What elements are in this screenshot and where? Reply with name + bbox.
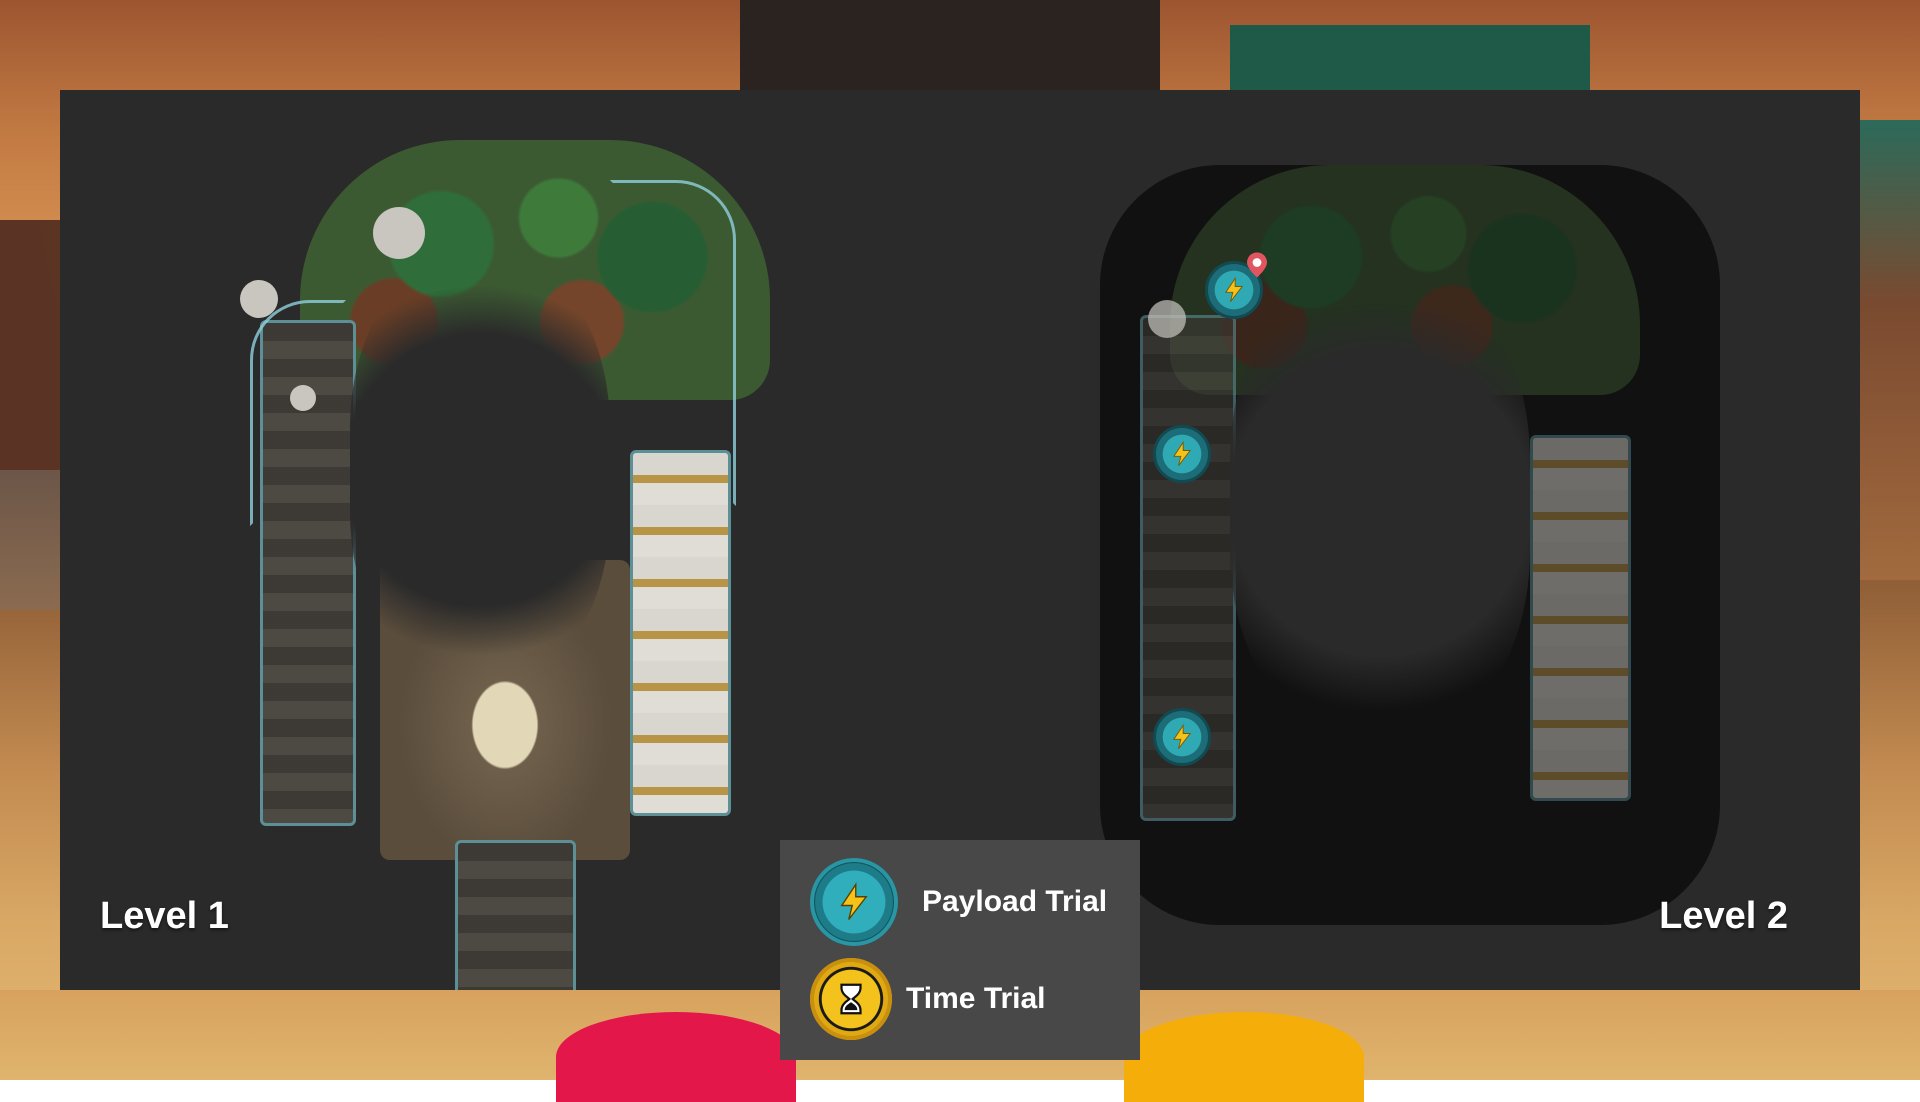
legend-item-payload-trial: Payload Trial	[810, 858, 1107, 946]
player-location-pin-icon	[1242, 250, 1272, 280]
level-2-map[interactable]	[1100, 125, 1720, 975]
level-1-map[interactable]	[230, 140, 830, 980]
payload-trial-marker[interactable]	[1153, 708, 1211, 766]
legend-item-time-trial: Time Trial	[810, 958, 1046, 1040]
lightning-icon	[1168, 440, 1196, 468]
rail-track	[610, 180, 736, 506]
lightning-icon	[1168, 723, 1196, 751]
stone-wall-left	[0, 470, 60, 610]
lightning-icon	[1220, 276, 1248, 304]
east-corridor	[1530, 435, 1631, 801]
payload-trial-marker[interactable]	[1153, 425, 1211, 483]
rail-track	[250, 300, 346, 526]
temple-silhouette	[740, 0, 1160, 95]
fog-of-war	[1230, 275, 1530, 735]
yellow-team-marker	[1124, 1012, 1364, 1102]
fog-of-war	[350, 260, 610, 680]
south-entrance	[455, 840, 576, 990]
level-2-label: Level 2	[1659, 895, 1788, 938]
stone-pillar-right	[1860, 120, 1920, 580]
legend-label: Time Trial	[906, 982, 1046, 1016]
level-1-label: Level 1	[100, 895, 229, 938]
waypoint-node	[373, 207, 425, 259]
temple-roof	[1230, 25, 1590, 95]
red-team-marker	[556, 1012, 796, 1102]
legend-label: Payload Trial	[922, 885, 1107, 919]
hourglass-medallion-icon	[810, 958, 892, 1040]
map-legend: Payload Trial Time Trial	[780, 840, 1140, 1060]
waypoint-node	[1148, 300, 1186, 338]
lightning-medallion-icon	[810, 858, 898, 946]
